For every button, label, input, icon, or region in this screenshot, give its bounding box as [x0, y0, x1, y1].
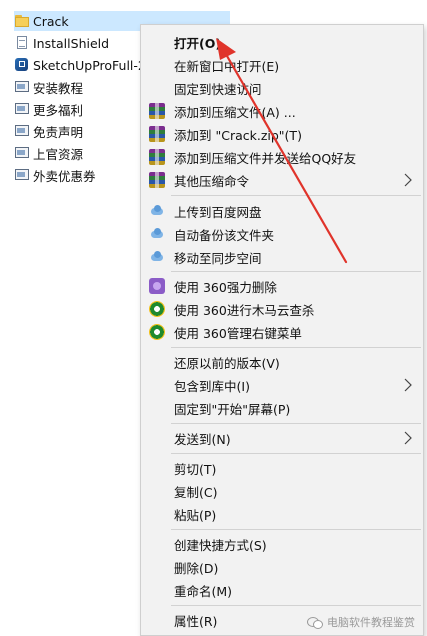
menu-label: 发送到(N) [174, 431, 231, 447]
menu-separator [171, 529, 421, 530]
file-name: InstallShield [33, 35, 110, 51]
menu-label: 重命名(M) [174, 583, 233, 599]
menu-label: 添加到压缩文件并发送给QQ好友 [174, 150, 357, 166]
web-shortcut-icon [14, 167, 30, 183]
watermark-text: 电脑软件教程鉴赏 [327, 616, 415, 629]
archive-icon [149, 172, 165, 188]
watermark: 电脑软件教程鉴赏 [307, 614, 415, 630]
web-shortcut-icon [14, 101, 30, 117]
menu-item-copy[interactable]: 复制(C) [141, 480, 423, 502]
menu-item-360-manage[interactable]: 使用 360管理右键菜单 [141, 321, 423, 343]
menu-label: 包含到库中(I) [174, 378, 250, 394]
file-name: 更多福利 [33, 102, 84, 118]
menu-item-rename[interactable]: 重命名(M) [141, 579, 423, 601]
document-icon [14, 35, 30, 51]
menu-item-add-to-archive[interactable]: 添加到压缩文件(A) ... [141, 100, 423, 122]
menu-item-add-and-send-qq[interactable]: 添加到压缩文件并发送给QQ好友 [141, 146, 423, 168]
menu-label: 固定到"开始"屏幕(P) [174, 401, 291, 417]
menu-label: 属性(R) [174, 613, 218, 629]
menu-separator [171, 347, 421, 348]
menu-label: 其他压缩命令 [174, 173, 250, 189]
context-menu: 打开(O) 在新窗口中打开(E) 固定到快速访问 添加到压缩文件(A) ... … [140, 24, 424, 636]
menu-item-360-shred[interactable]: 使用 360强力删除 [141, 275, 423, 297]
menu-item-pin-start[interactable]: 固定到"开始"屏幕(P) [141, 397, 423, 419]
menu-label: 固定到快速访问 [174, 81, 262, 97]
menu-item-open-new-window[interactable]: 在新窗口中打开(E) [141, 54, 423, 76]
menu-item-move-sync[interactable]: 移动至同步空间 [141, 246, 423, 268]
menu-label: 移动至同步空间 [174, 250, 262, 266]
menu-label: 复制(C) [174, 484, 218, 500]
menu-separator [171, 423, 421, 424]
360-security-icon [149, 301, 165, 317]
shredder-icon [149, 278, 165, 294]
menu-item-add-to-crack-zip[interactable]: 添加到 "Crack.zip"(T) [141, 123, 423, 145]
menu-item-create-shortcut[interactable]: 创建快捷方式(S) [141, 533, 423, 555]
menu-item-send-to[interactable]: 发送到(N) [141, 427, 423, 449]
menu-item-paste[interactable]: 粘贴(P) [141, 503, 423, 525]
folder-icon [14, 13, 30, 29]
menu-label: 上传到百度网盘 [174, 204, 262, 220]
file-name: 安装教程 [33, 80, 84, 96]
menu-label: 打开(O) [174, 35, 222, 51]
chevron-right-icon [404, 173, 412, 187]
menu-item-include-library[interactable]: 包含到库中(I) [141, 374, 423, 396]
menu-item-360-scan[interactable]: 使用 360进行木马云查杀 [141, 298, 423, 320]
menu-label: 粘贴(P) [174, 507, 217, 523]
menu-item-pin-quick-access[interactable]: 固定到快速访问 [141, 77, 423, 99]
menu-separator [171, 605, 421, 606]
menu-label: 剪切(T) [174, 461, 217, 477]
menu-label: 使用 360进行木马云查杀 [174, 302, 315, 318]
file-name: 外卖优惠券 [33, 168, 96, 184]
wechat-icon [307, 616, 323, 629]
cloud-icon [149, 226, 165, 242]
menu-label: 自动备份该文件夹 [174, 227, 275, 243]
app-icon [14, 57, 30, 73]
menu-separator [171, 453, 421, 454]
file-name: SketchUpProFull-2 [33, 57, 146, 73]
menu-item-open[interactable]: 打开(O) [141, 31, 423, 53]
menu-label: 使用 360管理右键菜单 [174, 325, 302, 341]
menu-label: 删除(D) [174, 560, 219, 576]
menu-label: 还原以前的版本(V) [174, 355, 280, 371]
web-shortcut-icon [14, 79, 30, 95]
menu-item-auto-backup[interactable]: 自动备份该文件夹 [141, 223, 423, 245]
menu-item-cut[interactable]: 剪切(T) [141, 457, 423, 479]
file-name: 免责声明 [33, 124, 84, 140]
menu-separator [171, 271, 421, 272]
web-shortcut-icon [14, 123, 30, 139]
cloud-icon [149, 203, 165, 219]
web-shortcut-icon [14, 145, 30, 161]
file-name: Crack [33, 13, 69, 29]
menu-item-upload-baidu[interactable]: 上传到百度网盘 [141, 200, 423, 222]
menu-label: 在新窗口中打开(E) [174, 58, 280, 74]
menu-item-restore-previous[interactable]: 还原以前的版本(V) [141, 351, 423, 373]
menu-label: 添加到压缩文件(A) ... [174, 104, 296, 120]
archive-icon [149, 103, 165, 119]
file-name: 上官资源 [33, 146, 84, 162]
chevron-right-icon [404, 378, 412, 392]
menu-label: 使用 360强力删除 [174, 279, 277, 295]
menu-separator [171, 195, 421, 196]
cloud-icon [149, 249, 165, 265]
archive-icon [149, 126, 165, 142]
menu-item-other-compress[interactable]: 其他压缩命令 [141, 169, 423, 191]
archive-icon [149, 149, 165, 165]
chevron-right-icon [404, 431, 412, 445]
menu-label: 添加到 "Crack.zip"(T) [174, 127, 302, 143]
menu-label: 创建快捷方式(S) [174, 537, 267, 553]
360-security-icon [149, 324, 165, 340]
menu-item-delete[interactable]: 删除(D) [141, 556, 423, 578]
